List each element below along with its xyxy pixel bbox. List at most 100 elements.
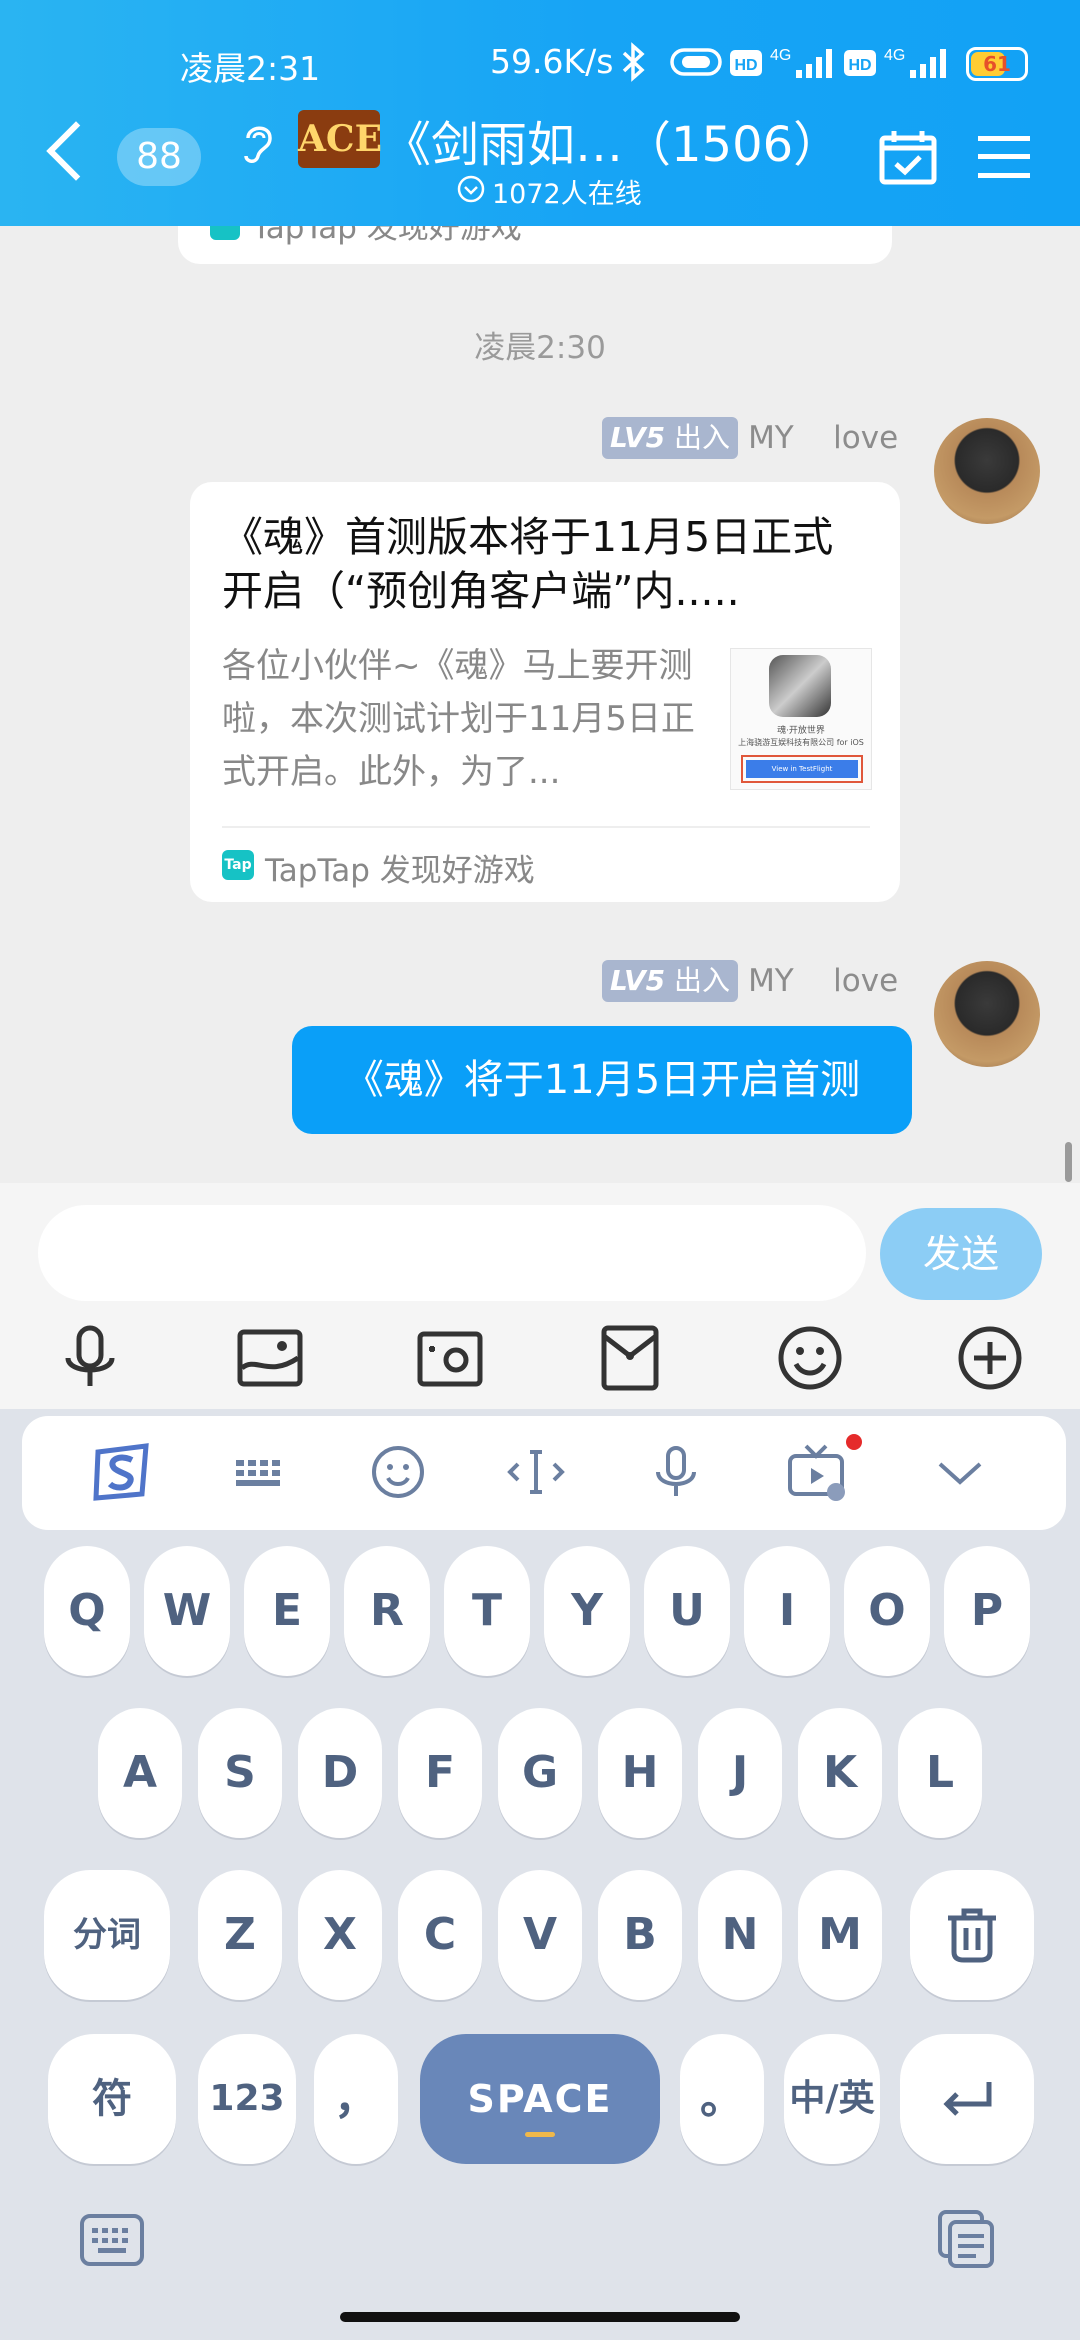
- home-indicator[interactable]: [340, 2312, 740, 2322]
- key-e[interactable]: E: [244, 1546, 330, 1676]
- key-j[interactable]: J: [698, 1708, 782, 1838]
- keyboard-layout-icon[interactable]: [228, 1440, 292, 1504]
- key-h[interactable]: H: [598, 1708, 682, 1838]
- ear-icon[interactable]: [240, 120, 274, 166]
- trash-icon: [948, 1908, 996, 1963]
- tv-ad-icon[interactable]: [784, 1440, 848, 1504]
- taptap-icon: [210, 226, 240, 240]
- emoji-icon[interactable]: [774, 1322, 846, 1394]
- card-source: TapTap 发现好游戏: [265, 853, 535, 889]
- app-icon: [769, 655, 831, 717]
- calendar-check-icon[interactable]: [878, 128, 938, 186]
- status-time: 凌晨2:31: [180, 49, 321, 88]
- group-logo: ACE: [298, 110, 382, 168]
- online-check-icon: [456, 174, 486, 204]
- key-u[interactable]: U: [644, 1546, 730, 1676]
- key-language-switch[interactable]: 中/英: [784, 2034, 880, 2164]
- cursor-icon[interactable]: [504, 1440, 568, 1504]
- level-label: LV5: [610, 421, 666, 454]
- key-f[interactable]: F: [398, 1708, 482, 1838]
- thumb-app-name: 魂·开放世界: [777, 726, 825, 736]
- keyboard-switch-icon[interactable]: [78, 2212, 146, 2268]
- key-m[interactable]: M: [798, 1870, 882, 2000]
- thumb-company: 上海骁游互娱科技有限公司 for iOS: [738, 738, 864, 747]
- key-a[interactable]: A: [98, 1708, 182, 1838]
- key-x[interactable]: X: [298, 1870, 382, 2000]
- sender-row: LV5 出入 MY love: [602, 417, 898, 459]
- key-k[interactable]: K: [798, 1708, 882, 1838]
- key-s[interactable]: S: [198, 1708, 282, 1838]
- svg-text:HD: HD: [734, 57, 757, 74]
- thumb-button: View in TestFlight: [746, 760, 858, 778]
- space-indicator: [525, 2132, 555, 2137]
- chat-timestamp: 凌晨2:30: [474, 330, 606, 366]
- key-t[interactable]: T: [444, 1546, 530, 1676]
- thumb-button-frame: View in TestFlight: [741, 755, 863, 783]
- message-input[interactable]: [38, 1205, 866, 1301]
- card-thumbnail: 魂·开放世界 上海骁游互娱科技有限公司 for iOS View in Test…: [730, 648, 872, 790]
- key-z[interactable]: Z: [198, 1870, 282, 2000]
- space-key[interactable]: SPACE: [420, 2034, 660, 2164]
- key-v[interactable]: V: [498, 1870, 582, 2000]
- svg-text:HD: HD: [848, 57, 871, 74]
- avatar[interactable]: [934, 418, 1040, 524]
- key-segment[interactable]: 分词: [44, 1870, 170, 2000]
- key-symbols[interactable]: 符: [48, 2034, 176, 2164]
- key-r[interactable]: R: [344, 1546, 430, 1676]
- card-description: 各位小伙伴~《魂》马上要开测啦，本次测试计划于11月5日正式开启。此外，为了..…: [222, 646, 695, 792]
- enter-key[interactable]: [900, 2034, 1034, 2164]
- level-badge: LV5 出入: [602, 417, 739, 459]
- image-icon[interactable]: [234, 1322, 306, 1394]
- sogou-logo-icon[interactable]: [90, 1440, 154, 1504]
- card-divider: [222, 826, 870, 828]
- rank-label: 出入: [674, 964, 731, 997]
- camera-icon[interactable]: [414, 1322, 486, 1394]
- card-title: 《魂》首测版本将于11月5日正式开启（“预创角客户端”内.....: [222, 513, 834, 615]
- avatar[interactable]: [934, 961, 1040, 1067]
- plus-icon[interactable]: [954, 1322, 1026, 1394]
- network-speed: 59.6K/s: [490, 42, 614, 81]
- space-label: SPACE: [467, 2077, 613, 2121]
- emoji-keyboard-icon[interactable]: [366, 1440, 430, 1504]
- key-q[interactable]: Q: [44, 1546, 130, 1676]
- sender-row: LV5 出入 MY love: [602, 960, 898, 1002]
- send-button[interactable]: 发送: [880, 1208, 1042, 1300]
- key-g[interactable]: G: [498, 1708, 582, 1838]
- message-bubble[interactable]: 《魂》将于11月5日开启首测: [292, 1026, 912, 1134]
- previous-card[interactable]: TapTap 发现好游戏: [178, 226, 892, 264]
- battery-level: 61: [983, 52, 1011, 76]
- key-n[interactable]: N: [698, 1870, 782, 2000]
- key-i[interactable]: I: [744, 1546, 830, 1676]
- key-b[interactable]: B: [598, 1870, 682, 2000]
- collapse-keyboard-icon[interactable]: [928, 1440, 992, 1504]
- red-packet-icon[interactable]: [594, 1322, 666, 1394]
- key-c[interactable]: C: [398, 1870, 482, 2000]
- signal-icon-2: HD 4G: [844, 44, 954, 82]
- key-period[interactable]: 。: [680, 2034, 764, 2164]
- key-w[interactable]: W: [144, 1546, 230, 1676]
- key-o[interactable]: O: [844, 1546, 930, 1676]
- unread-count-badge[interactable]: 88: [117, 128, 201, 186]
- key-y[interactable]: Y: [544, 1546, 630, 1676]
- key-p[interactable]: P: [944, 1546, 1030, 1676]
- key-numbers[interactable]: 123: [198, 2034, 296, 2164]
- key-d[interactable]: D: [298, 1708, 382, 1838]
- menu-icon[interactable]: [978, 134, 1030, 180]
- clipboard-icon[interactable]: [934, 2208, 998, 2272]
- level-badge: LV5 出入: [602, 960, 739, 1002]
- vibrate-icon: [668, 46, 724, 78]
- key-l[interactable]: L: [898, 1708, 982, 1838]
- chat-title[interactable]: 《剑雨如…（1506）: [383, 105, 841, 175]
- bluetooth-icon: [620, 42, 648, 82]
- microphone-icon[interactable]: [54, 1322, 126, 1394]
- sender-name[interactable]: MY love: [748, 963, 898, 999]
- scrollbar[interactable]: [1065, 1142, 1072, 1182]
- key-comma[interactable]: ，: [314, 2034, 398, 2164]
- level-label: LV5: [610, 964, 666, 997]
- online-count: 1072人在线: [492, 179, 642, 210]
- battery-icon: 61: [966, 47, 1028, 81]
- sender-name[interactable]: MY love: [748, 420, 898, 456]
- rank-label: 出入: [674, 421, 731, 454]
- voice-input-icon[interactable]: [644, 1440, 708, 1504]
- delete-key[interactable]: [910, 1870, 1034, 2000]
